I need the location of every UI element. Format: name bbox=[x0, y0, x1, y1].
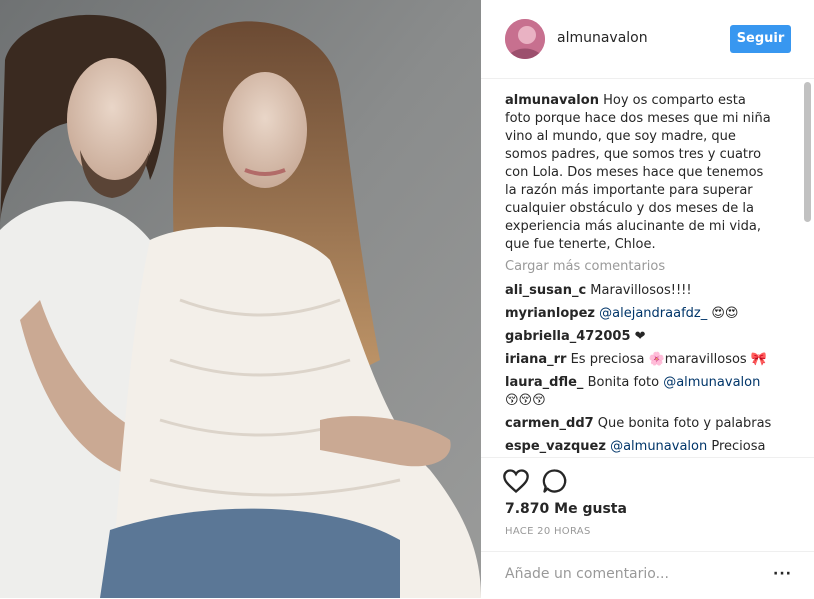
avatar[interactable] bbox=[505, 19, 545, 59]
comment-text: Que bonita foto y palabras bbox=[593, 416, 772, 431]
likes-count[interactable]: 7.870 Me gusta bbox=[505, 501, 627, 517]
comment-text: ❤ bbox=[630, 329, 646, 344]
comment-item: iriana_rr Es preciosa 🌸maravillosos 🎀 bbox=[505, 351, 773, 369]
post-timestamp: HACE 20 HORAS bbox=[505, 526, 591, 537]
follow-button[interactable]: Seguir bbox=[730, 25, 791, 53]
comment-text: Bonita foto bbox=[583, 375, 664, 390]
header-username[interactable]: almunavalon bbox=[557, 30, 648, 46]
comment-username[interactable]: laura_dfle_ bbox=[505, 375, 583, 390]
comment-username[interactable]: myrianlopez bbox=[505, 306, 595, 321]
comment-text-emoji: 😚😚😚 bbox=[505, 393, 546, 408]
comment-item: carmen_dd7 Que bonita foto y palabras bbox=[505, 415, 773, 433]
comment-mention[interactable]: @almunavalon bbox=[610, 439, 707, 454]
comment-mention[interactable]: @alejandraafdz_ bbox=[599, 306, 707, 321]
comment-username[interactable]: iriana_rr bbox=[505, 352, 566, 367]
post-image bbox=[0, 0, 481, 598]
comment-username[interactable]: carmen_dd7 bbox=[505, 416, 594, 431]
comment-icon[interactable] bbox=[541, 467, 569, 495]
comments-scrollbar[interactable] bbox=[802, 78, 814, 458]
add-comment-input[interactable] bbox=[505, 564, 755, 584]
avatar-image bbox=[505, 19, 545, 59]
comment-item: laura_dfle_ Bonita foto @almunavalon 😚😚😚 bbox=[505, 374, 773, 410]
post-photo[interactable] bbox=[0, 0, 481, 598]
post-side-panel: almunavalon Seguir almunavalon Hoy os co… bbox=[481, 0, 814, 598]
comment-item: espe_vazquez @almunavalon Preciosa bbox=[505, 438, 773, 456]
load-more-comments-link[interactable]: Cargar más comentarios bbox=[505, 258, 773, 276]
comment-text: Es preciosa 🌸maravillosos 🎀 bbox=[566, 352, 768, 367]
comment-item: ali_susan_c Maravillosos!!!! bbox=[505, 282, 773, 300]
post-caption: almunavalon Hoy os comparto esta foto po… bbox=[505, 92, 773, 254]
comment-username[interactable]: espe_vazquez bbox=[505, 439, 606, 454]
comment-mention[interactable]: @almunavalon bbox=[663, 375, 760, 390]
comments-list[interactable]: almunavalon Hoy os comparto esta foto po… bbox=[505, 92, 773, 456]
comment-username[interactable]: ali_susan_c bbox=[505, 283, 586, 298]
comment-item: gabriella_472005 ❤ bbox=[505, 328, 773, 346]
more-options-icon[interactable]: ··· bbox=[773, 566, 792, 582]
caption-text: Hoy os comparto esta foto porque hace do… bbox=[505, 93, 771, 252]
comment-username[interactable]: gabriella_472005 bbox=[505, 329, 631, 344]
heart-icon[interactable] bbox=[502, 467, 530, 495]
comment-text: Maravillosos!!!! bbox=[586, 283, 692, 298]
post-header: almunavalon Seguir bbox=[481, 0, 814, 79]
comment-item: myrianlopez @alejandraafdz_ 😍😍 bbox=[505, 305, 773, 323]
scrollbar-thumb[interactable] bbox=[804, 82, 811, 222]
post-actions: 7.870 Me gusta HACE 20 HORAS bbox=[481, 457, 814, 538]
add-comment-bar: ··· bbox=[481, 551, 814, 599]
comment-text: Preciosa bbox=[707, 439, 766, 454]
caption-username[interactable]: almunavalon bbox=[505, 93, 599, 108]
comment-text: 😍😍 bbox=[707, 306, 739, 321]
